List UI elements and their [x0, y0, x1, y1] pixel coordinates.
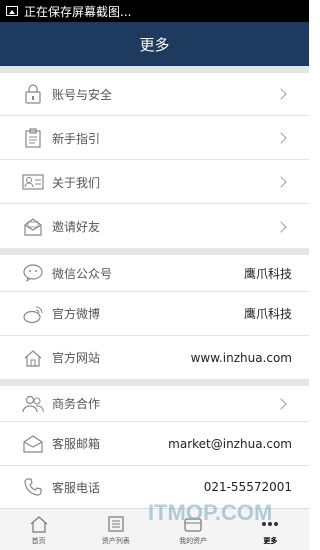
home-tab-icon: [29, 515, 49, 533]
tab-home[interactable]: 首页: [0, 509, 77, 550]
menu-item-label: 官方微博: [52, 307, 101, 321]
list-tab-icon: [106, 515, 126, 533]
tab-asset-list[interactable]: 资产列表: [77, 509, 154, 550]
watermark: ITMOP.COM: [148, 500, 273, 525]
menu-item-label: 微信公众号: [52, 266, 113, 281]
menu-item-value: 021-55572001: [203, 480, 292, 494]
page-title: 更多: [0, 22, 309, 66]
section-divider: [0, 66, 309, 73]
mail-icon: [22, 433, 44, 455]
menu-item-weibo[interactable]: 官方微博 鹰爪科技: [0, 292, 309, 336]
tab-label: 更多: [263, 537, 278, 545]
menu-item-label: 商务合作: [52, 397, 101, 411]
home-icon: [22, 347, 44, 369]
menu-item-value: www.inzhua.com: [190, 350, 292, 365]
menu-item-wechat[interactable]: 微信公众号 鹰爪科技: [0, 255, 309, 292]
menu-item-invite-friends[interactable]: 邀请好友: [0, 205, 309, 248]
status-bar: 正在保存屏幕截图...: [0, 0, 309, 22]
menu-item-label: 账号与安全: [52, 87, 113, 102]
chevron-right-icon: [275, 132, 287, 144]
menu-item-label: 官方网站: [52, 351, 101, 365]
menu-item-business[interactable]: 商务合作: [0, 386, 309, 422]
menu-item-label: 新手指引: [52, 131, 101, 146]
menu-item-about-us[interactable]: 关于我们: [0, 161, 309, 204]
weibo-icon: [22, 303, 44, 325]
section-divider: [0, 248, 309, 255]
status-text: 正在保存屏幕截图...: [24, 4, 132, 19]
menu-item-value: 鹰爪科技: [243, 307, 292, 321]
chevron-right-icon: [275, 176, 287, 188]
menu-item-label: 客服邮箱: [52, 437, 101, 451]
chevron-right-icon: [275, 88, 287, 100]
people-icon: [22, 393, 44, 415]
id-card-icon: [22, 171, 44, 193]
menu-item-label: 邀请好友: [52, 220, 101, 234]
menu-item-label: 客服电话: [52, 480, 101, 495]
menu-item-account-security[interactable]: 账号与安全: [0, 73, 309, 116]
tab-label: 我的资产: [179, 537, 208, 545]
menu-item-service-email[interactable]: 客服邮箱 market@inzhua.com: [0, 422, 309, 466]
envelope-open-icon: [22, 216, 44, 238]
menu-item-value: market@inzhua.com: [168, 436, 292, 451]
phone-icon: [22, 476, 44, 498]
chevron-right-icon: [275, 220, 287, 233]
wechat-icon: [22, 262, 44, 284]
menu-item-website[interactable]: 官方网站 www.inzhua.com: [0, 336, 309, 379]
menu-item-label: 关于我们: [52, 175, 101, 190]
lock-icon: [22, 83, 44, 105]
image-icon: [6, 6, 18, 16]
section-divider: [0, 379, 309, 386]
menu-item-beginner-guide[interactable]: 新手指引: [0, 117, 309, 160]
clipboard-icon: [22, 127, 44, 149]
chevron-right-icon: [275, 397, 287, 410]
tab-label: 资产列表: [101, 537, 130, 545]
tab-label: 首页: [31, 537, 46, 545]
menu-item-value: 鹰爪科技: [243, 266, 292, 281]
